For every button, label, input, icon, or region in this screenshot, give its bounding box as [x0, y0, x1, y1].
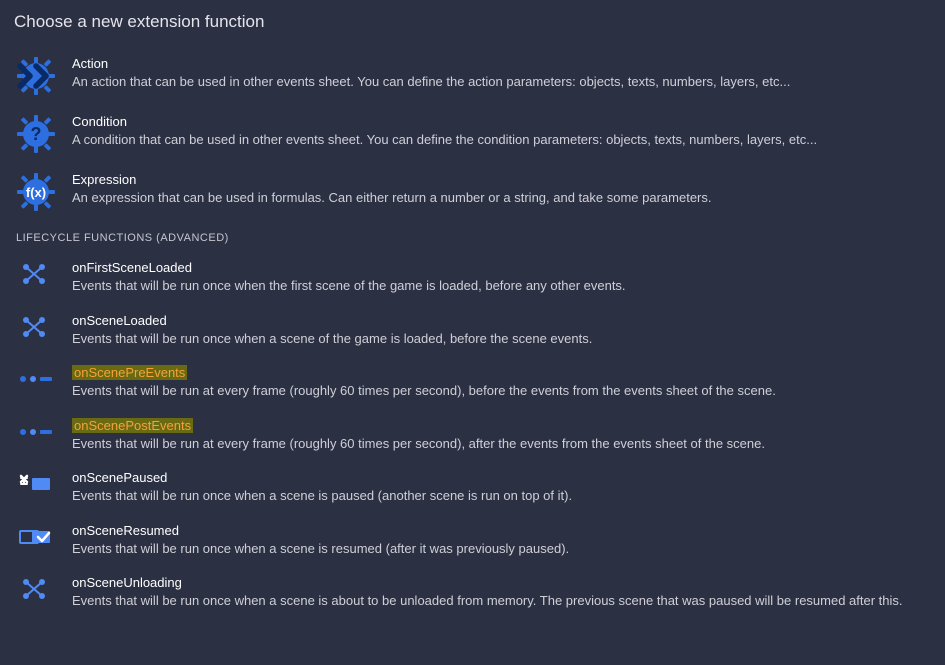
- item-title: onFirstSceneLoaded: [72, 260, 929, 275]
- lifecycle-item-onFirstSceneLoaded[interactable]: onFirstSceneLoaded Events that will be ru…: [14, 252, 931, 305]
- dots-line-icon: [16, 418, 56, 446]
- lifecycle-item-onSceneLoaded[interactable]: onSceneLoaded Events that will be run onc…: [14, 305, 931, 358]
- item-title: onSceneLoaded: [72, 313, 929, 328]
- gear-fx-glyph: f(x): [16, 172, 56, 212]
- lifecycle-item-onScenePaused[interactable]: onScenePaused Events that will be run onc…: [14, 462, 931, 515]
- item-desc: Events that will be run at every frame (…: [72, 382, 929, 400]
- item-title: onScenePreEvents: [72, 365, 929, 380]
- item-desc: Events that will be run once when a scen…: [72, 540, 929, 558]
- item-title: onSceneResumed: [72, 523, 929, 538]
- item-desc: Events that will be run once when a scen…: [72, 592, 929, 610]
- pause-rect-icon: [16, 470, 56, 498]
- item-title: onSceneUnloading: [72, 575, 929, 590]
- dots-line-icon: [16, 365, 56, 393]
- lifecycle-item-onSceneResumed[interactable]: onSceneResumed Events that will be run on…: [14, 515, 931, 568]
- gear-question-icon: ?: [16, 114, 56, 154]
- cross-dots-icon: [16, 575, 56, 603]
- gear-question-glyph: ?: [16, 114, 56, 154]
- lifecycle-item-onScenePreEvents[interactable]: onScenePreEvents Events that will be run …: [14, 357, 931, 410]
- item-expression[interactable]: f(x) Expression An expression that can b…: [14, 164, 931, 222]
- lifecycle-item-onScenePostEvents[interactable]: onScenePostEvents Events that will be run…: [14, 410, 931, 463]
- item-desc: Events that will be run once when a scen…: [72, 487, 929, 505]
- item-title: onScenePostEvents: [72, 418, 929, 433]
- item-desc: A condition that can be used in other ev…: [72, 131, 929, 149]
- cross-dots-icon: [16, 260, 56, 288]
- lifecycle-item-onSceneUnloading[interactable]: onSceneUnloading Events that will be run …: [14, 567, 931, 620]
- item-desc: Events that will be run once when a scen…: [72, 330, 929, 348]
- item-desc: Events that will be run at every frame (…: [72, 435, 929, 453]
- item-title: Action: [72, 56, 929, 71]
- gear-chevrons-icon: [16, 56, 56, 96]
- resume-rect-icon: [16, 523, 56, 551]
- item-action[interactable]: Action An action that can be used in oth…: [14, 48, 931, 106]
- item-desc: An expression that can be used in formul…: [72, 189, 929, 207]
- item-title: onScenePaused: [72, 470, 929, 485]
- item-desc: An action that can be used in other even…: [72, 73, 929, 91]
- gear-chevrons-glyph: [16, 56, 56, 96]
- cross-dots-icon: [16, 313, 56, 341]
- page-title: Choose a new extension function: [14, 12, 931, 32]
- item-desc: Events that will be run once when the fi…: [72, 277, 929, 295]
- lifecycle-section-label: LIFECYCLE FUNCTIONS (ADVANCED): [16, 232, 931, 244]
- gear-fx-icon: f(x): [16, 172, 56, 212]
- item-title: Expression: [72, 172, 929, 187]
- item-title: Condition: [72, 114, 929, 129]
- item-condition[interactable]: ? Condition A condition that can be used…: [14, 106, 931, 164]
